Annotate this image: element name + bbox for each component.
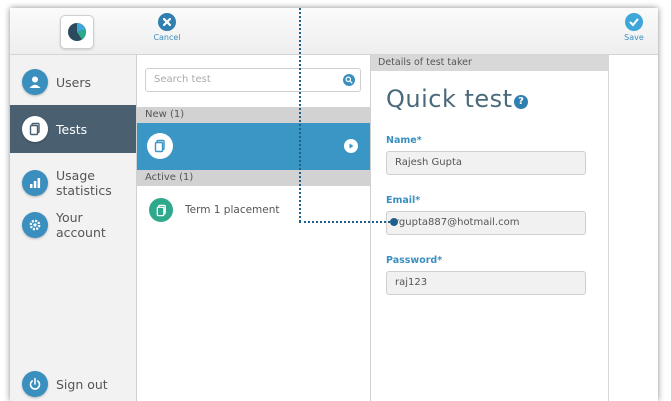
sidebar-item-label-line1: Usage (56, 168, 95, 183)
callout-line-vertical (299, 8, 301, 222)
callout-line-horizontal (299, 221, 394, 223)
bar-chart-icon (22, 170, 48, 196)
cancel-label: Cancel (153, 33, 181, 42)
top-toolbar: Cancel Save (10, 8, 658, 55)
save-label: Save (624, 33, 644, 42)
search-input[interactable]: Search test (145, 68, 361, 92)
cancel-icon (158, 13, 176, 31)
check-icon (625, 13, 643, 31)
play-icon[interactable] (344, 139, 358, 153)
document-icon (149, 198, 173, 222)
help-icon[interactable]: ? (514, 95, 528, 109)
new-section-header: New (1) (137, 107, 370, 123)
sidebar-item-label: Your account (56, 210, 106, 240)
app-logo (60, 15, 94, 49)
details-panel: Details of test taker Quick test ? Name*… (371, 55, 609, 401)
sidebar-item-users[interactable]: Users (10, 65, 136, 99)
search-placeholder: Search test (154, 74, 211, 85)
test-list-panel: Search test New (1) Active (1) Term 1 pl… (137, 55, 371, 401)
sign-out-button[interactable]: Sign out (10, 367, 136, 401)
sidebar-item-label: Usage statistics (56, 168, 112, 198)
sidebar-item-label: Tests (56, 121, 88, 137)
app-window: Cancel Save Users Tests Usage statistics… (10, 8, 658, 401)
gear-icon (22, 212, 48, 238)
document-icon (147, 133, 173, 159)
new-test-row[interactable] (137, 123, 370, 170)
email-field[interactable]: rgupta887@hotmail.com (386, 211, 586, 235)
name-field[interactable]: Rajesh Gupta (386, 151, 586, 175)
sidebar: Users Tests Usage statistics Your accoun… (10, 55, 137, 401)
name-label: Name* (386, 135, 422, 146)
pie-logo-icon (68, 23, 86, 41)
cancel-button[interactable]: Cancel (145, 13, 189, 42)
sidebar-item-usage-statistics[interactable]: Usage statistics (10, 163, 136, 203)
test-name: Term 1 placement (185, 204, 280, 216)
user-icon (22, 69, 48, 95)
sidebar-item-your-account[interactable]: Your account (10, 207, 136, 243)
search-icon[interactable] (343, 74, 355, 86)
power-icon (22, 371, 48, 397)
callout-dot (390, 218, 398, 226)
save-button[interactable]: Save (612, 13, 656, 42)
right-gutter (609, 55, 658, 401)
password-label: Password* (386, 255, 443, 266)
active-section-header: Active (1) (137, 170, 370, 186)
sidebar-item-tests[interactable]: Tests (10, 105, 136, 153)
email-label: Email* (386, 195, 421, 206)
sign-out-label: Sign out (56, 376, 108, 392)
document-icon (22, 116, 48, 142)
sidebar-item-label: Users (56, 74, 92, 90)
page-title: Quick test (386, 85, 513, 113)
details-header: Details of test taker (371, 55, 608, 71)
sidebar-item-label-line2: statistics (56, 183, 112, 198)
password-field[interactable]: raj123 (386, 271, 586, 295)
